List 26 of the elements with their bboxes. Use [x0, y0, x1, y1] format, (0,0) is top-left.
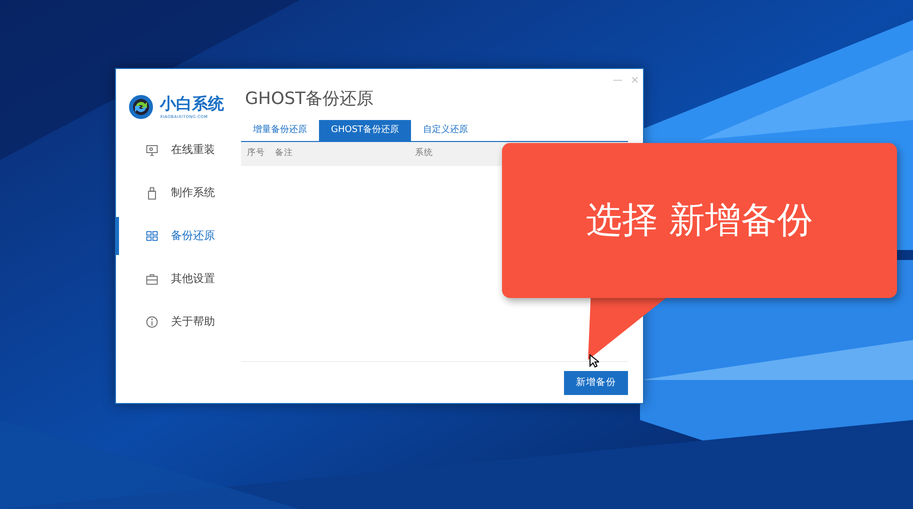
info-icon: [145, 315, 159, 329]
tab[interactable]: 自定义还原: [411, 120, 480, 141]
sidebar-label: 制作系统: [171, 184, 215, 201]
logo-title: 小白系统: [160, 96, 224, 112]
column-header: 序号: [246, 147, 266, 160]
sidebar-label: 其他设置: [171, 270, 215, 287]
page-title: GHOST备份还原: [245, 91, 375, 108]
sidebar-item[interactable]: 在线重装: [116, 131, 241, 169]
sidebar-item[interactable]: 备份还原: [116, 217, 241, 255]
mouse-pointer-icon: [589, 354, 599, 368]
sidebar-item[interactable]: 关于帮助: [116, 303, 241, 341]
tab[interactable]: GHOST备份还原: [319, 120, 412, 141]
sidebar-label: 备份还原: [171, 228, 215, 244]
sidebar-label: 在线重装: [171, 142, 215, 158]
sidebar-item[interactable]: 制作系统: [116, 174, 241, 212]
tab[interactable]: 增量备份还原: [241, 120, 319, 141]
new-backup-button[interactable]: 新增备份: [564, 370, 628, 395]
briefcase-icon: [145, 272, 159, 286]
column-header: 备注: [275, 147, 294, 160]
grid-icon: [145, 229, 159, 243]
sidebar-item[interactable]: 其他设置: [116, 260, 241, 298]
column-header: 系统: [415, 147, 434, 160]
usb-drive-icon: [145, 186, 159, 200]
sidebar-label: 关于帮助: [171, 314, 215, 330]
logo-icon: [128, 94, 154, 120]
monitor-icon: [145, 143, 159, 157]
